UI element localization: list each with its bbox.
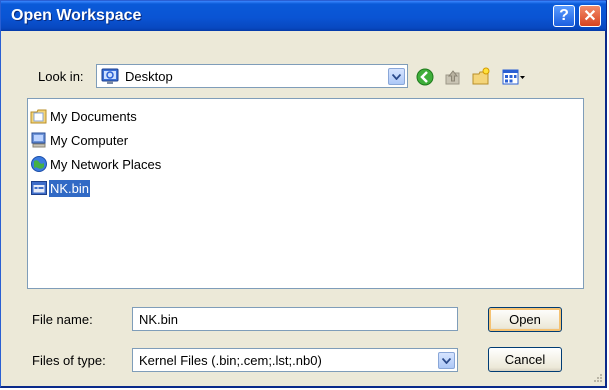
title-bar[interactable]: Open Workspace ? ✕	[1, 1, 606, 31]
chevron-down-icon[interactable]	[388, 68, 405, 85]
list-item[interactable]: My Computer	[30, 130, 129, 150]
new-folder-icon[interactable]	[471, 67, 491, 87]
list-item-label: My Network Places	[50, 156, 162, 172]
files-of-type-value: Kernel Files (.bin;.cem;.lst;.nb0)	[139, 353, 322, 368]
list-item[interactable]: NK.bin	[30, 178, 91, 198]
view-menu-icon[interactable]	[501, 67, 527, 87]
desktop-icon	[101, 68, 119, 84]
file-name-label: File name:	[32, 312, 93, 327]
file-name-input[interactable]: NK.bin	[132, 307, 458, 331]
look-in-label: Look in:	[38, 69, 84, 84]
up-folder-icon[interactable]	[443, 67, 463, 87]
files-of-type-select[interactable]: Kernel Files (.bin;.cem;.lst;.nb0)	[132, 348, 458, 372]
close-button[interactable]: ✕	[579, 5, 601, 27]
list-item-label: My Computer	[50, 132, 129, 148]
look-in-combo[interactable]: Desktop	[96, 64, 408, 88]
look-in-value: Desktop	[125, 69, 173, 84]
open-button[interactable]: Open	[488, 307, 562, 332]
open-workspace-dialog: Open Workspace ? ✕ Look in: Desktop My D…	[0, 0, 607, 388]
back-icon[interactable]	[415, 67, 435, 87]
my-computer-icon	[31, 132, 46, 148]
files-of-type-label: Files of type:	[32, 353, 106, 368]
help-button[interactable]: ?	[553, 5, 575, 27]
list-item-label: NK.bin	[49, 179, 91, 197]
file-name-value: NK.bin	[139, 312, 179, 327]
chevron-down-icon[interactable]	[438, 352, 455, 369]
bin-file-icon	[31, 181, 47, 195]
list-item-label: My Documents	[50, 108, 137, 124]
network-places-icon	[31, 156, 47, 172]
file-list[interactable]: My Documents My Computer My Network Plac…	[27, 98, 584, 289]
resize-grip-icon[interactable]	[591, 373, 603, 385]
window-title: Open Workspace	[11, 7, 142, 24]
list-item[interactable]: My Network Places	[30, 154, 162, 174]
cancel-button[interactable]: Cancel	[488, 347, 562, 372]
list-item[interactable]: My Documents	[30, 106, 138, 126]
my-documents-icon	[30, 109, 47, 124]
